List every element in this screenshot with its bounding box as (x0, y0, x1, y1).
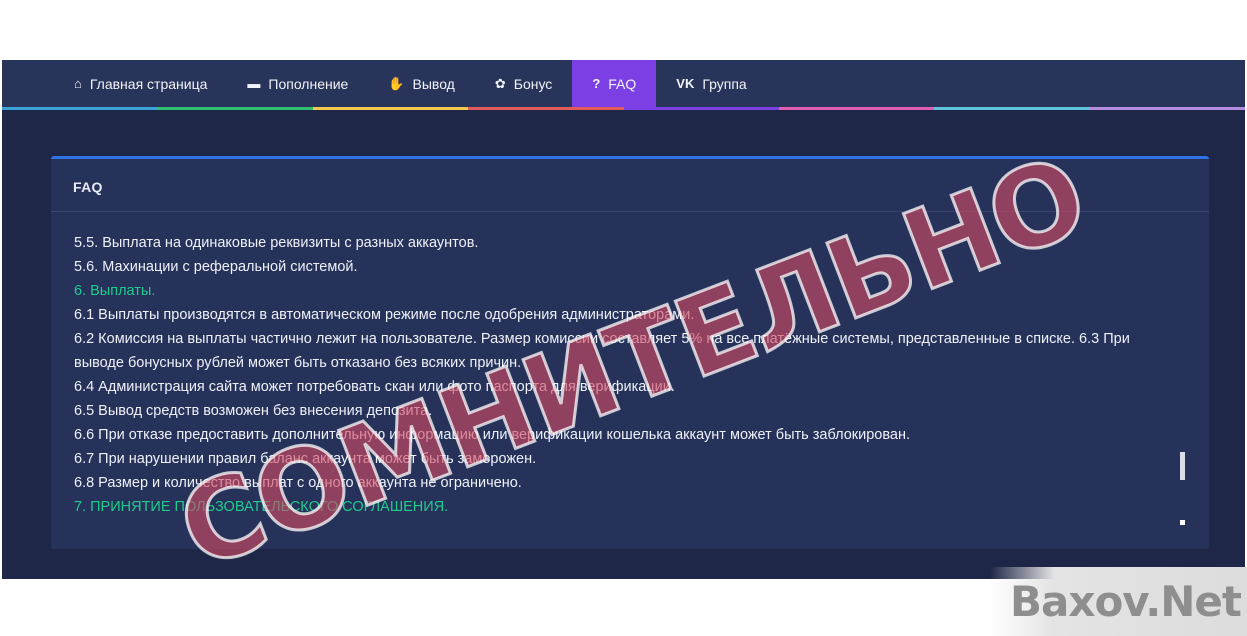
scrollbar-end-marker[interactable] (1180, 520, 1185, 525)
nav-item-2[interactable]: ✋ Вывод (368, 60, 475, 107)
gift-icon: ✿ (494, 76, 506, 91)
faq-line: 6.2 Комиссия на выплаты частично лежит н… (74, 331, 1130, 371)
panel-title: FAQ (73, 179, 103, 195)
strip-segment (1089, 107, 1245, 110)
nav-item-label: Главная страница (89, 75, 208, 92)
strip-segment (778, 107, 935, 110)
strip-segment (468, 107, 624, 110)
faq-line: 6.8 Размер и количество выплат с одного … (74, 475, 522, 491)
faq-line: 6.5 Вывод средств возможен без внесения … (74, 403, 433, 419)
nav-item-label: Пополнение (268, 75, 349, 92)
faq-line: 6. Выплаты. (74, 283, 156, 299)
nav-item-5[interactable]: VK Группа (656, 60, 766, 107)
nav-item-1[interactable]: ▬ Пополнение (227, 60, 368, 107)
nav-item-label: FAQ (608, 75, 637, 92)
wallet-icon: ▬ (247, 76, 261, 91)
faq-content: 5.5. Выплата на одинаковые реквизиты с р… (74, 231, 1164, 519)
strip-segment (157, 107, 313, 110)
faq-line: 6.7 При нарушении правил баланс аккаунта… (74, 451, 537, 467)
hand-icon: ✋ (388, 76, 405, 91)
nav-item-label: Группа (702, 75, 747, 92)
faq-line: 6.4 Администрация сайта может потребоват… (74, 379, 675, 395)
faq-panel: FAQ 5.5. Выплата на одинаковые реквизиты… (51, 156, 1209, 549)
nav-item-label: Вывод (412, 75, 455, 92)
logo-text: Baxov.Net (1010, 577, 1242, 626)
faq-line: 6.6 При отказе предоставить дополнительн… (74, 427, 911, 443)
strip-segment (312, 107, 469, 110)
question-icon: ? (592, 76, 601, 91)
nav-item-4[interactable]: ? FAQ (572, 60, 657, 107)
top-navbar: ⌂ Главная страница ▬ Пополнение ✋ Вывод ✿ Бонус… (2, 60, 1245, 107)
vk-icon: VK (676, 76, 695, 91)
nav-color-strip (2, 107, 1245, 110)
strip-segment (934, 107, 1090, 110)
nav-item-0[interactable]: ⌂ Главная страница (54, 60, 227, 107)
app-frame: ⌂ Главная страница ▬ Пополнение ✋ Вывод ✿ Бонус… (2, 60, 1245, 579)
nav-menu: ⌂ Главная страница ▬ Пополнение ✋ Вывод ✿ Бонус… (54, 60, 767, 107)
scrollbar-thumb[interactable] (1180, 452, 1185, 480)
strip-segment (2, 107, 158, 110)
nav-item-label: Бонус (513, 75, 553, 92)
faq-line: 5.5. Выплата на одинаковые реквизиты с р… (74, 235, 479, 251)
panel-divider (51, 211, 1209, 212)
faq-line: 5.6. Махинации с реферальной системой. (74, 259, 358, 275)
faq-line: 6.1 Выплаты производятся в автоматическо… (74, 307, 695, 323)
home-icon: ⌂ (74, 76, 82, 91)
site-logo: Baxov.Net (990, 567, 1247, 636)
strip-segment (623, 107, 779, 110)
nav-item-3[interactable]: ✿ Бонус (475, 60, 572, 107)
faq-line: 7. ПРИНЯТИЕ ПОЛЬЗОВАТЕЛЬСКОГО СОГЛАШЕНИЯ… (74, 499, 449, 515)
